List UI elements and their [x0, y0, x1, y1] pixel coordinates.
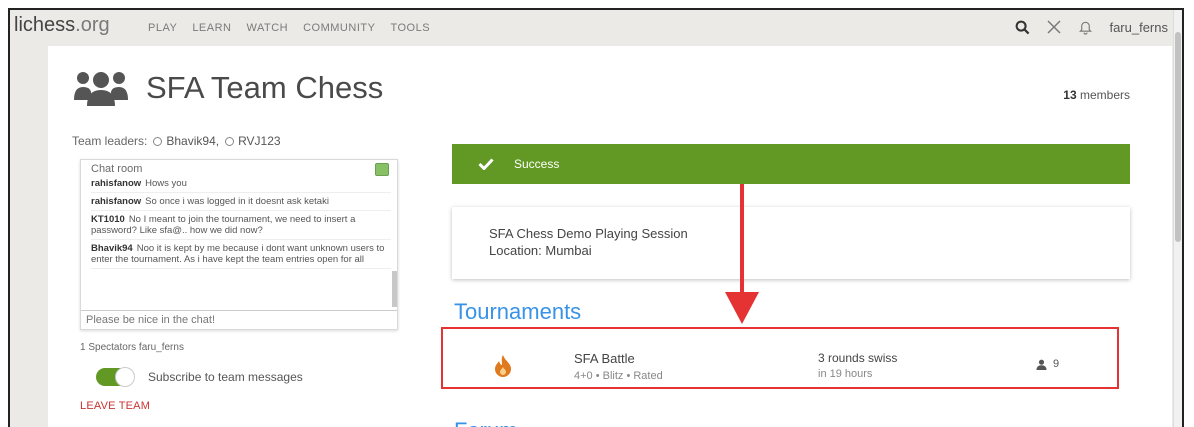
site-logo[interactable]: lichess.org: [14, 14, 110, 37]
logo-tld: .org: [75, 14, 110, 36]
team-group-icon: [72, 68, 130, 108]
chat-username[interactable]: rahisfanow: [91, 196, 141, 207]
players-count: 9: [1053, 358, 1060, 370]
offline-status-icon: [225, 136, 235, 146]
forum-heading[interactable]: Forum: [454, 418, 518, 427]
chat-scrollbar[interactable]: [392, 271, 397, 307]
team-title: SFA Team Chess: [146, 70, 384, 105]
leader-link[interactable]: RVJ123: [225, 134, 281, 148]
bell-icon[interactable]: [1078, 19, 1093, 35]
leave-team-button[interactable]: LEAVE TEAM: [80, 400, 150, 412]
swords-icon[interactable]: [1046, 19, 1062, 35]
nav-tools[interactable]: TOOLS: [390, 22, 430, 34]
members-number: 13: [1063, 88, 1077, 102]
main-nav: PLAY LEARN WATCH COMMUNITY TOOLS: [148, 22, 430, 34]
tournament-name[interactable]: SFA Battle: [574, 351, 635, 366]
description-line-2: Location: Mumbai: [489, 243, 592, 258]
team-header: SFA Team Chess: [72, 68, 383, 108]
annotation-arrow-head: [725, 292, 759, 324]
team-description: SFA Chess Demo Playing Session Location:…: [452, 207, 1130, 279]
page-scrollbar[interactable]: [1173, 10, 1182, 427]
search-icon[interactable]: [1015, 20, 1030, 35]
chat-header: Chat room: [81, 160, 397, 176]
leader-name: RVJ123: [238, 134, 281, 148]
scrollbar-thumb[interactable]: [1175, 32, 1181, 242]
fire-icon: [492, 354, 514, 383]
chat-message: KT1010 No I meant to join the tournament,…: [91, 211, 391, 240]
spectators-list: 1 Spectators faru_ferns: [80, 342, 184, 353]
chat-text: Noo it is kept by me because i dont want…: [91, 243, 385, 265]
toggle-knob: [115, 367, 135, 387]
members-label: members: [1079, 88, 1130, 102]
subscribe-row: Subscribe to team messages: [96, 367, 303, 387]
members-count[interactable]: 13 members: [1063, 88, 1130, 102]
leaders-label: Team leaders:: [72, 134, 148, 148]
team-page: SFA Team Chess 13 members Team leaders: …: [48, 46, 1172, 427]
subscribe-label: Subscribe to team messages: [148, 370, 303, 384]
leader-link[interactable]: Bhavik94,: [153, 134, 219, 148]
chat-username[interactable]: KT1010: [91, 214, 125, 225]
success-banner: Success: [452, 144, 1130, 184]
user-icon: [1036, 359, 1047, 370]
chat-username[interactable]: rahisfanow: [91, 178, 141, 189]
chat-title: Chat room: [91, 163, 143, 175]
username-link[interactable]: faru_ferns: [1109, 20, 1168, 35]
chat-text: So once i was logged in it doesnt ask ke…: [145, 196, 329, 207]
chat-text: Hows you: [145, 178, 187, 189]
chat-username[interactable]: Bhavik94: [91, 243, 133, 254]
annotation-arrow-shaft: [740, 184, 744, 296]
nav-learn[interactable]: LEARN: [192, 22, 231, 34]
nav-watch[interactable]: WATCH: [247, 22, 289, 34]
chat-message: Bhavik94 Noo it is kept by me because i d…: [91, 240, 391, 269]
logo-main: lichess: [14, 14, 76, 36]
tournament-start-time: in 19 hours: [818, 368, 873, 380]
team-leaders: Team leaders: Bhavik94, RVJ123: [72, 134, 281, 148]
checkmark-icon: [478, 158, 494, 170]
tournament-format: 3 rounds swiss: [818, 351, 898, 365]
tournaments-heading[interactable]: Tournaments: [454, 299, 581, 325]
chat-messages[interactable]: rahisfanow Hows you rahisfanow So once i w…: [81, 175, 397, 307]
chat-room: Chat room rahisfanow Hows you rahisfanow S…: [80, 159, 398, 330]
tournament-row[interactable]: SFA Battle 4+0 • Blitz • Rated 3 rounds …: [452, 338, 1130, 398]
success-text: Success: [514, 157, 560, 171]
chat-message: rahisfanow So once i was logged in it doe…: [91, 193, 391, 211]
top-navigation-bar: lichess.org PLAY LEARN WATCH COMMUNITY T…: [10, 10, 1182, 50]
browser-frame: lichess.org PLAY LEARN WATCH COMMUNITY T…: [8, 8, 1184, 427]
nav-play[interactable]: PLAY: [148, 22, 177, 34]
tournament-players: 9: [1036, 358, 1059, 370]
chat-message: rahisfanow Hows you: [91, 175, 391, 193]
chat-text: No I meant to join the tournament, we ne…: [91, 214, 356, 236]
offline-status-icon: [153, 136, 163, 146]
nav-community[interactable]: COMMUNITY: [303, 22, 375, 34]
description-line-1: SFA Chess Demo Playing Session: [489, 226, 688, 241]
chat-input[interactable]: Please be nice in the chat!: [81, 310, 397, 329]
top-right-controls: faru_ferns: [1015, 19, 1168, 35]
subscribe-toggle[interactable]: [96, 367, 135, 387]
tournament-meta: 4+0 • Blitz • Rated: [574, 370, 663, 382]
leader-name: Bhavik94,: [166, 134, 220, 148]
